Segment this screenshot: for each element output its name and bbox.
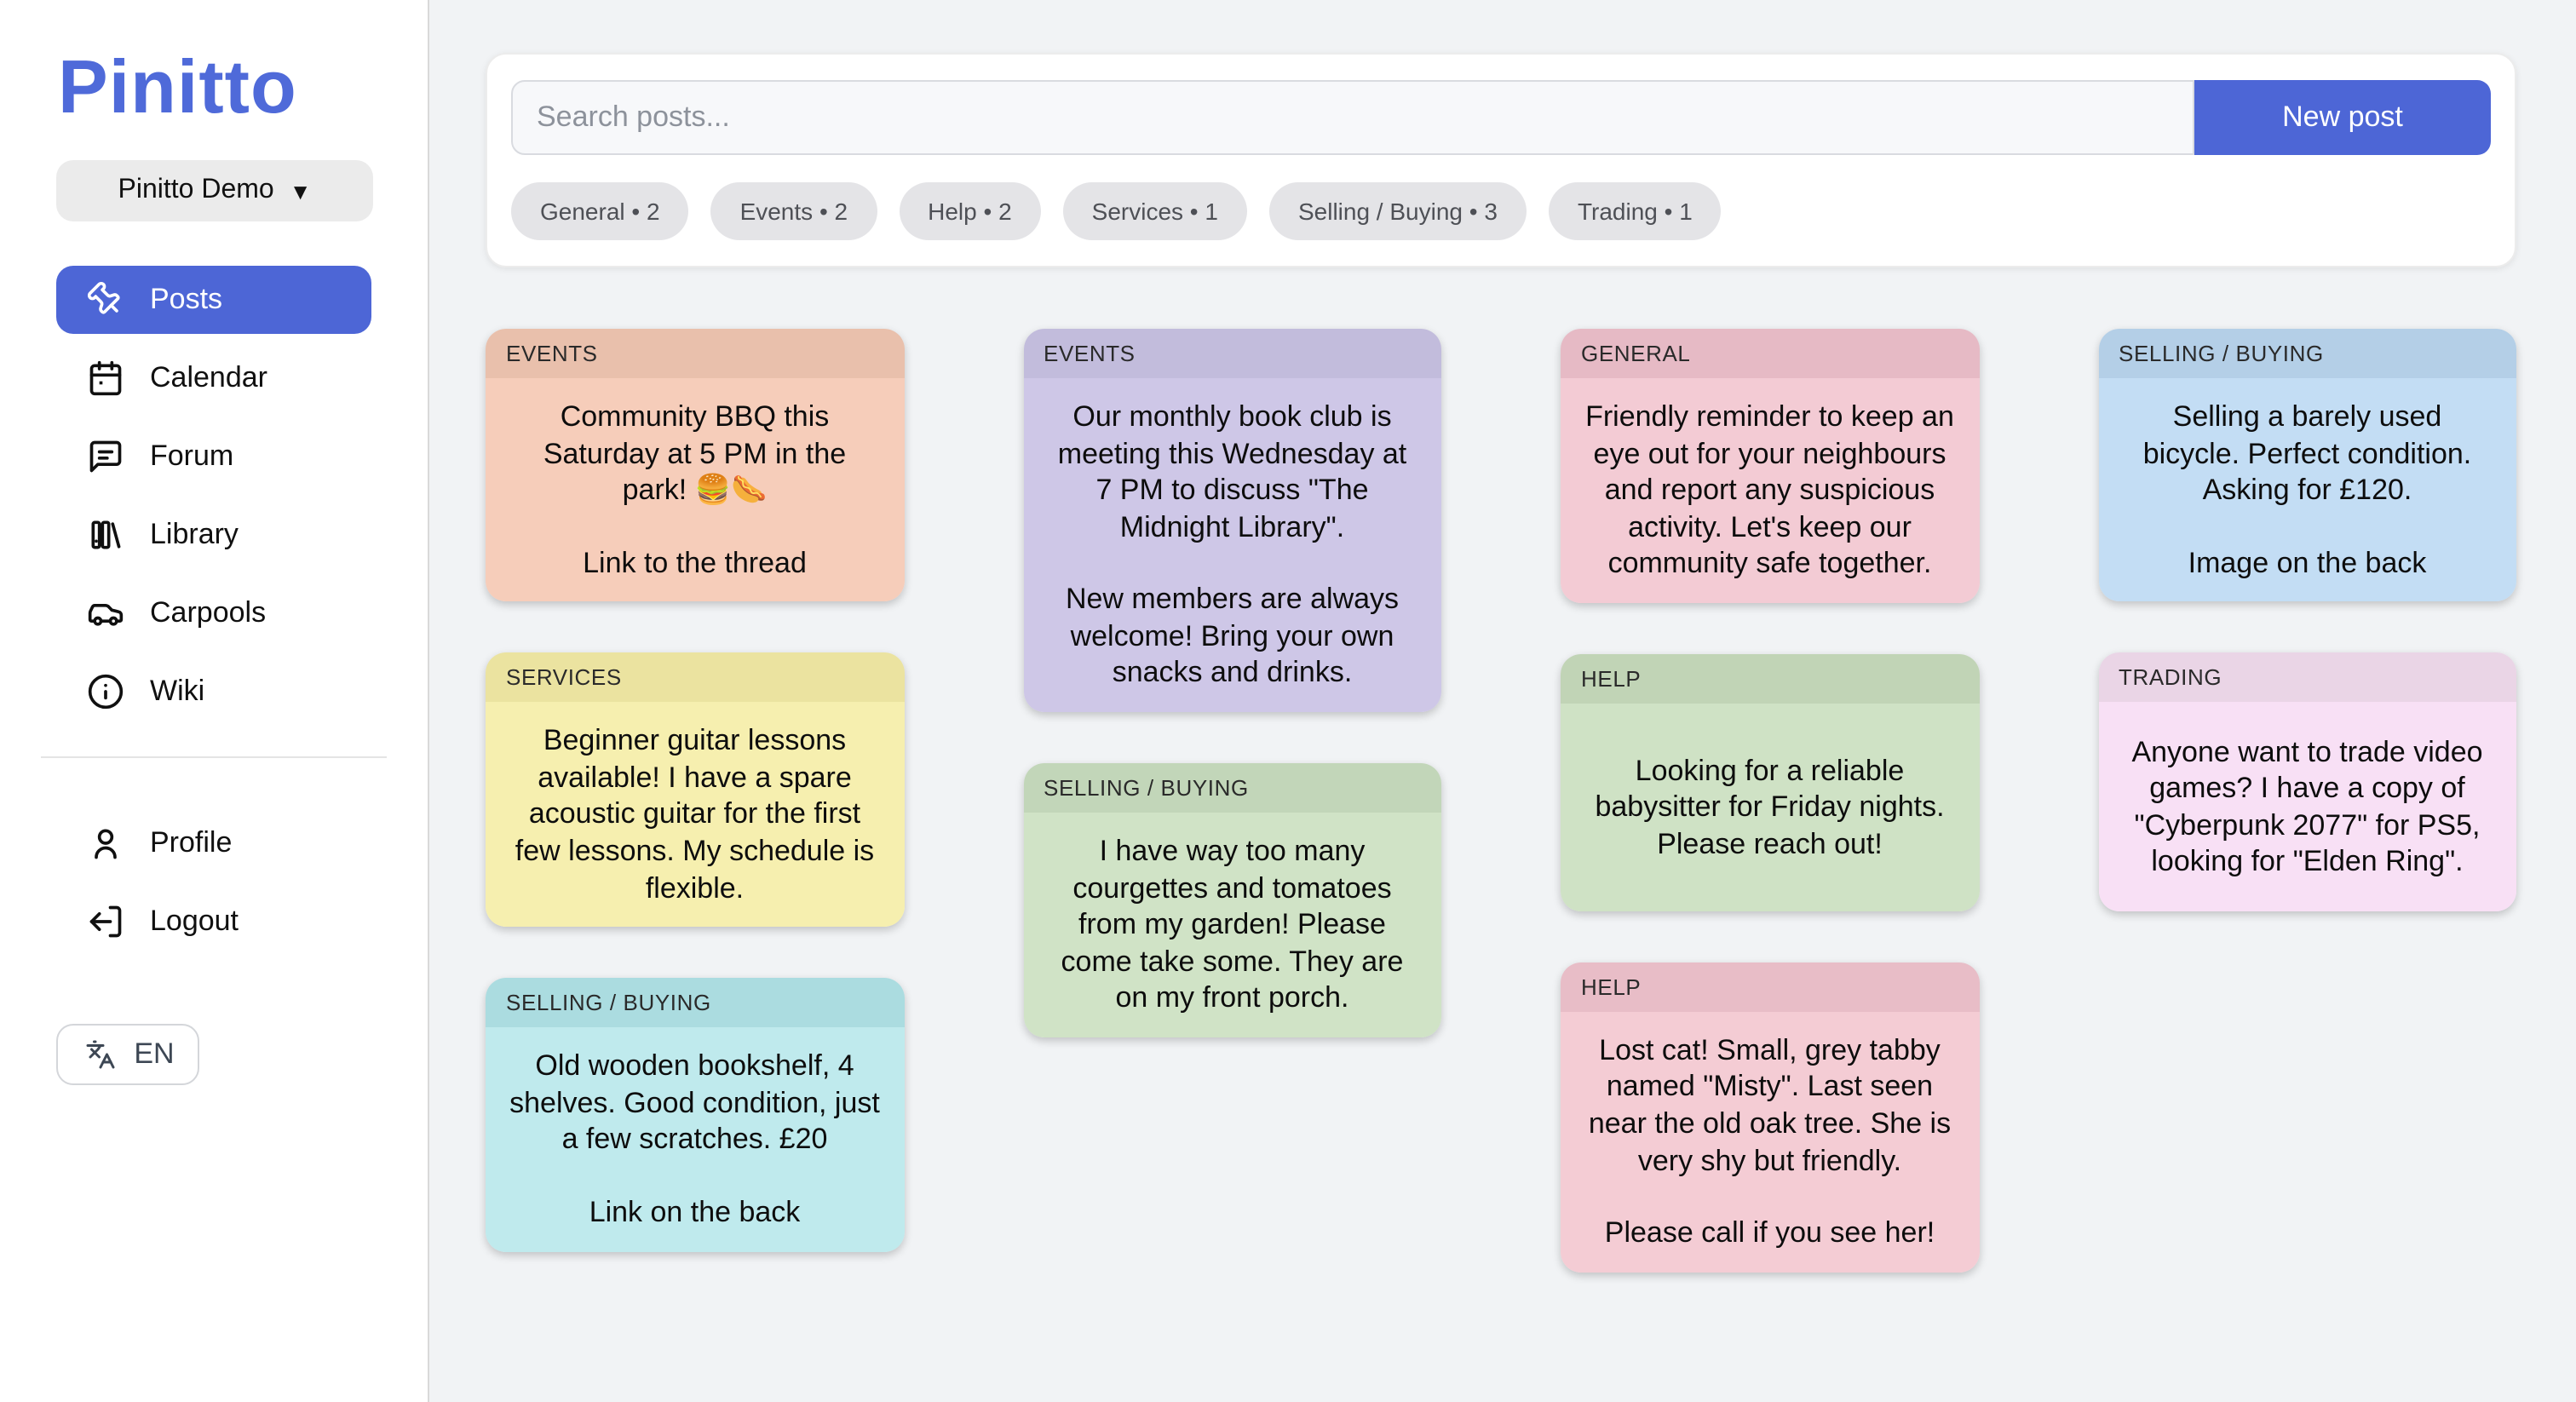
post-text: Anyone want to trade video games? I have… [2122,733,2493,881]
main-content: New post General • 2 Events • 2 Help • 2… [429,0,2576,1402]
language-label: EN [134,1037,174,1072]
post-card[interactable]: EVENTS Our monthly book club is meeting … [1023,329,1441,712]
post-card[interactable]: SELLING / BUYING I have way too many cou… [1023,763,1441,1037]
sidebar-item-label: Logout [150,905,239,939]
new-post-button[interactable]: New post [2194,80,2491,155]
sidebar-item-label: Profile [150,826,232,860]
post-text: Beginner guitar lessons available! I hav… [509,723,880,907]
user-icon [87,825,124,862]
post-category-label: EVENTS [486,329,904,378]
board-column-1: EVENTS Community BBQ this Saturday at 5 … [486,329,904,1251]
filter-chip-trading[interactable]: Trading • 1 [1549,182,1722,240]
post-body: Lost cat! Small, grey tabby named "Misty… [1561,1012,1979,1273]
posts-board: EVENTS Community BBQ this Saturday at 5 … [486,329,2516,1273]
search-panel: New post General • 2 Events • 2 Help • 2… [486,53,2516,267]
filter-chip-services[interactable]: Services • 1 [1063,182,1247,240]
post-body: Friendly reminder to keep an eye out for… [1561,378,1979,603]
post-body: Anyone want to trade video games? I have… [2098,703,2516,912]
sidebar-item-label: Calendar [150,361,267,395]
sidebar-item-carpools[interactable]: Carpools [56,579,371,647]
board-column-4: SELLING / BUYING Selling a barely used b… [2098,329,2516,912]
post-card[interactable]: HELP Looking for a reliable babysitter f… [1561,654,1979,911]
sidebar: Pinitto Pinitto Demo ▼ Posts Calendar [0,0,429,1402]
post-category-label: SELLING / BUYING [2098,329,2516,378]
post-text: New members are always welcome! Bring yo… [1047,582,1417,692]
sidebar-item-posts[interactable]: Posts [56,266,371,334]
post-text: Link on the back [509,1194,880,1231]
post-text: Our monthly book club is meeting this We… [1047,399,1417,546]
post-text: Community BBQ this Saturday at 5 PM in t… [509,399,880,509]
post-text: Friendly reminder to keep an eye out for… [1584,399,1955,583]
sidebar-item-label: Posts [150,283,222,317]
post-text: Image on the back [2122,544,2493,581]
sidebar-item-label: Library [150,518,239,552]
sidebar-item-forum[interactable]: Forum [56,422,371,491]
post-category-label: SELLING / BUYING [1023,763,1441,813]
chevron-down-icon: ▼ [290,178,312,204]
post-card[interactable]: TRADING Anyone want to trade video games… [2098,653,2516,912]
sidebar-item-calendar[interactable]: Calendar [56,344,371,412]
post-text: Old wooden bookshelf, 4 shelves. Good co… [509,1048,880,1158]
filter-chips: General • 2 Events • 2 Help • 2 Services… [511,182,2491,240]
post-body: Beginner guitar lessons available! I hav… [486,703,904,928]
app-logo: Pinitto [58,51,428,126]
post-category-label: SERVICES [486,653,904,703]
post-card[interactable]: HELP Lost cat! Small, grey tabby named "… [1561,962,1979,1273]
board-column-3: GENERAL Friendly reminder to keep an eye… [1561,329,1979,1273]
search-input[interactable] [511,80,2194,155]
post-body: Selling a barely used bicycle. Perfect c… [2098,378,2516,602]
post-body: Old wooden bookshelf, 4 shelves. Good co… [486,1027,904,1251]
post-category-label: HELP [1561,962,1979,1012]
language-button[interactable]: EN [56,1024,199,1085]
sidebar-item-logout[interactable]: Logout [56,888,371,956]
sidebar-item-label: Wiki [150,675,204,709]
post-text: Looking for a reliable babysitter for Fr… [1584,752,1955,862]
filter-chip-general[interactable]: General • 2 [511,182,689,240]
post-text: I have way too many courgettes and tomat… [1047,833,1417,1017]
filter-chip-help[interactable]: Help • 2 [899,182,1041,240]
workspace-selector[interactable]: Pinitto Demo ▼ [56,160,373,221]
post-category-label: TRADING [2098,653,2516,703]
calendar-icon [87,359,124,397]
post-text: Selling a barely used bicycle. Perfect c… [2122,399,2493,509]
post-card[interactable]: EVENTS Community BBQ this Saturday at 5 … [486,329,904,602]
filter-chip-events[interactable]: Events • 2 [711,182,877,240]
sidebar-item-label: Carpools [150,596,266,630]
post-body: I have way too many courgettes and tomat… [1023,813,1441,1037]
post-category-label: SELLING / BUYING [486,978,904,1027]
post-card[interactable]: SELLING / BUYING Selling a barely used b… [2098,329,2516,602]
filter-chip-selling-buying[interactable]: Selling / Buying • 3 [1269,182,1527,240]
translate-icon [81,1036,118,1073]
post-body: Our monthly book club is meeting this We… [1023,378,1441,712]
car-icon [87,595,124,632]
sidebar-account-nav: Profile Logout [56,809,371,956]
post-card[interactable]: SERVICES Beginner guitar lessons availab… [486,653,904,928]
speech-bubble-icon [87,438,124,475]
sidebar-nav: Posts Calendar Forum Library [56,266,371,726]
board-column-2: EVENTS Our monthly book club is meeting … [1023,329,1441,1037]
app: Pinitto Pinitto Demo ▼ Posts Calendar [0,0,2576,1402]
info-circle-icon [87,673,124,710]
post-body: Looking for a reliable babysitter for Fr… [1561,704,1979,911]
workspace-label: Pinitto Demo [118,175,274,206]
sidebar-divider [41,756,387,758]
post-text: Lost cat! Small, grey tabby named "Misty… [1584,1032,1955,1180]
post-text: Please call if you see her! [1584,1215,1955,1251]
post-category-label: EVENTS [1023,329,1441,378]
sidebar-item-profile[interactable]: Profile [56,809,371,877]
logout-icon [87,903,124,940]
post-text: Link to the thread [509,544,880,581]
post-card[interactable]: GENERAL Friendly reminder to keep an eye… [1561,329,1979,603]
search-row: New post [511,80,2491,155]
post-category-label: GENERAL [1561,329,1979,378]
sidebar-item-wiki[interactable]: Wiki [56,658,371,726]
pin-icon [87,281,124,319]
sidebar-item-library[interactable]: Library [56,501,371,569]
sidebar-item-label: Forum [150,440,233,474]
post-card[interactable]: SELLING / BUYING Old wooden bookshelf, 4… [486,978,904,1251]
post-category-label: HELP [1561,654,1979,704]
books-icon [87,516,124,554]
post-body: Community BBQ this Saturday at 5 PM in t… [486,378,904,602]
